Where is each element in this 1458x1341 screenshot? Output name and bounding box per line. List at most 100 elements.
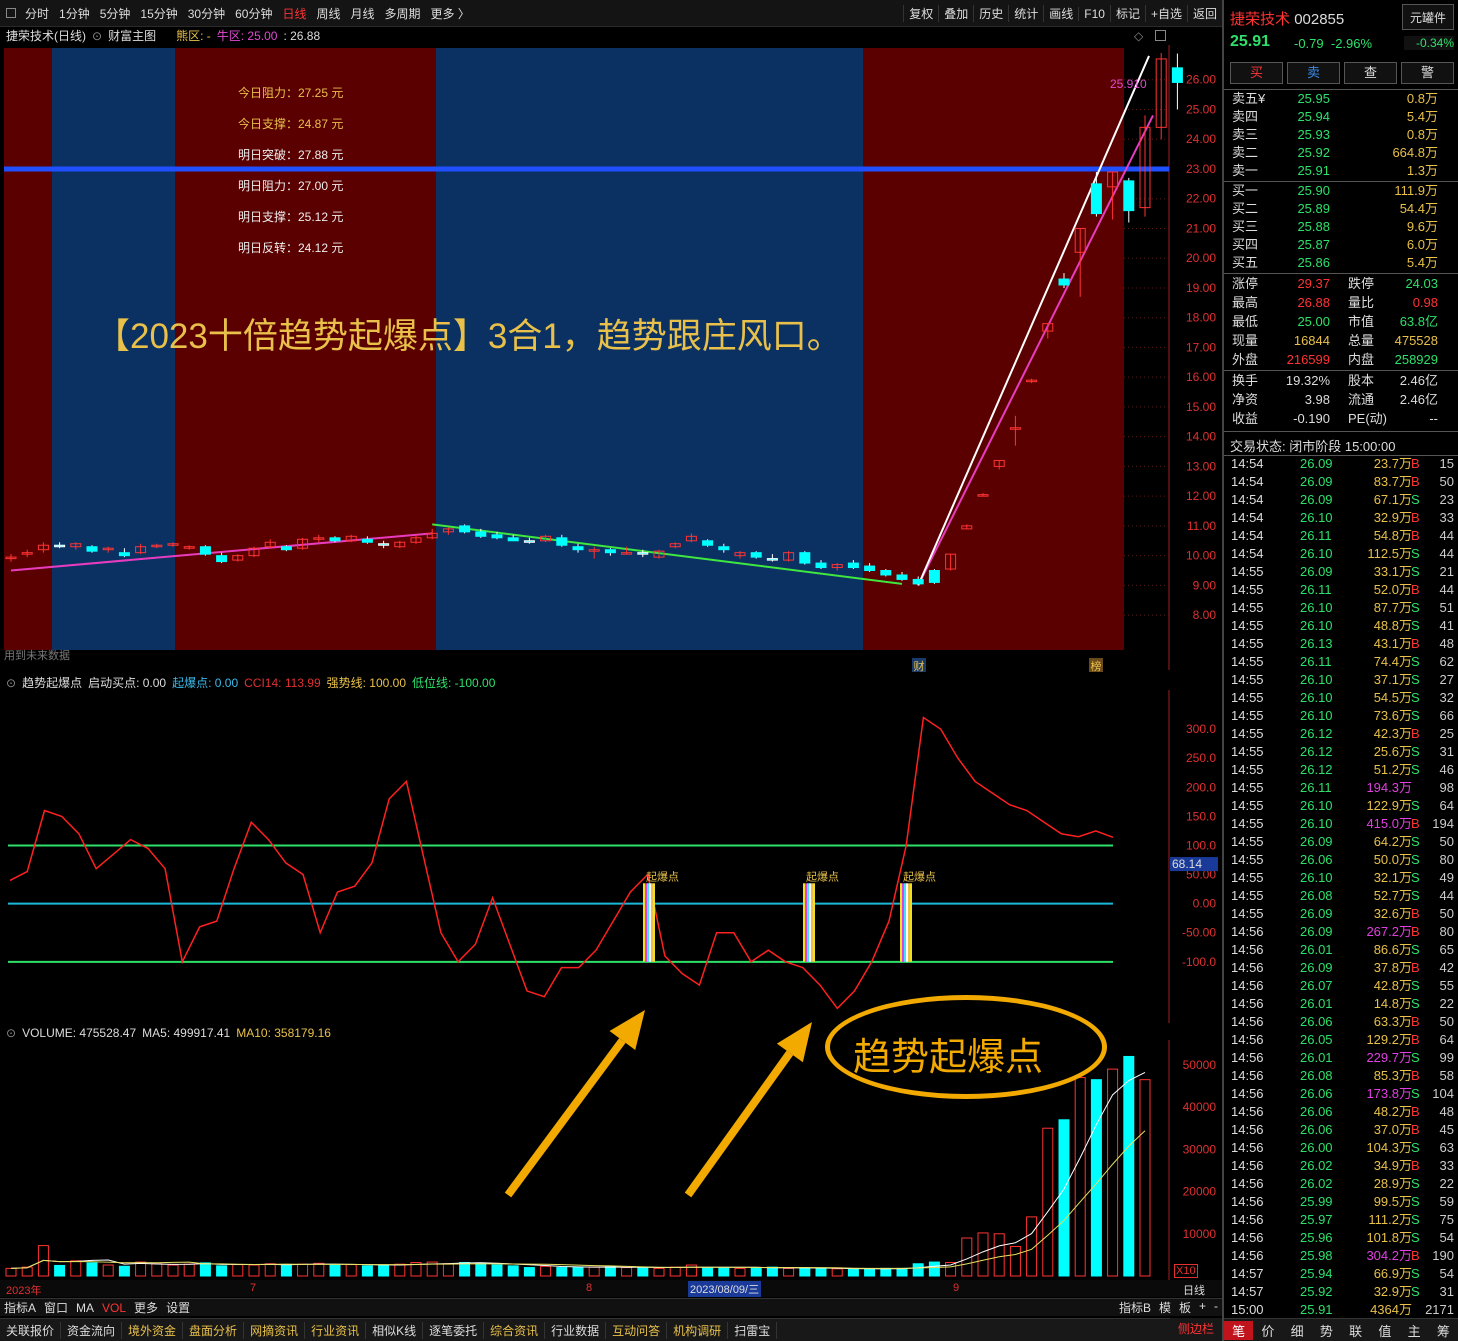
info-tab-5[interactable]: 行业资讯 — [305, 1321, 367, 1339]
candle-body[interactable] — [847, 562, 859, 569]
candle-body[interactable] — [637, 552, 649, 555]
period-2[interactable]: 5分钟 — [95, 5, 136, 22]
tab1-1[interactable]: 窗口 — [40, 1299, 72, 1316]
volume-bar[interactable] — [54, 1264, 66, 1277]
volume-bar[interactable] — [167, 1264, 179, 1277]
ask-row[interactable]: 卖五¥ 25.95 0.8万 — [1224, 90, 1458, 108]
side-tab-toggle[interactable]: 侧边栏 — [1170, 1318, 1222, 1341]
tab1-5[interactable]: 设置 — [162, 1299, 194, 1316]
toolbar-btn-1[interactable]: 叠加 — [938, 5, 973, 22]
volume-bar[interactable] — [783, 1267, 795, 1277]
qbd-bar[interactable] — [902, 883, 904, 962]
cci-line[interactable] — [9, 716, 1114, 1010]
side-tab-2[interactable]: 细 — [1283, 1321, 1312, 1340]
volume-bar[interactable] — [1123, 1055, 1135, 1277]
candle-body[interactable] — [523, 540, 535, 543]
tab1-right-0[interactable]: 指标B — [1115, 1299, 1155, 1316]
ask-row[interactable]: 卖一 25.91 1.3万 — [1224, 162, 1458, 180]
qbd-bar[interactable] — [643, 883, 645, 962]
volume-bar[interactable] — [329, 1264, 341, 1277]
tab1-4[interactable]: 更多 — [130, 1299, 162, 1316]
qbd-bar[interactable] — [908, 883, 910, 962]
volume-bar[interactable] — [5, 1267, 17, 1277]
tab1-right-4[interactable]: - — [1210, 1299, 1222, 1316]
volume-bar[interactable] — [297, 1263, 309, 1277]
info-tab-3[interactable]: 盘面分析 — [183, 1321, 245, 1339]
candle-body[interactable] — [329, 537, 341, 542]
tab1-3[interactable]: VOL — [98, 1301, 130, 1315]
volume-bar[interactable] — [523, 1267, 535, 1277]
candle-body[interactable] — [280, 546, 292, 551]
info-tab-6[interactable]: 相似K线 — [366, 1321, 424, 1339]
volume-bar[interactable] — [766, 1266, 778, 1277]
volume-bar[interactable] — [475, 1262, 487, 1277]
indicator-name[interactable]: 财富主图 — [108, 27, 156, 44]
bid-row[interactable]: 买三 25.88 9.6万 — [1224, 218, 1458, 236]
volume-bar[interactable] — [1107, 1068, 1119, 1277]
candle-body[interactable] — [475, 531, 487, 537]
period-8[interactable]: 月线 — [346, 5, 380, 22]
volume-bar[interactable] — [1090, 1079, 1102, 1277]
volume-bar[interactable] — [118, 1265, 130, 1277]
volume-bar[interactable] — [264, 1263, 276, 1277]
finance-marker[interactable]: 财 — [912, 658, 926, 673]
diamond-icon[interactable]: ◇ — [1134, 29, 1143, 43]
qbd-bar[interactable] — [809, 883, 811, 962]
ask-row[interactable]: 卖四 25.94 5.4万 — [1224, 108, 1458, 126]
candle-body[interactable] — [378, 543, 390, 546]
volume-bar[interactable] — [799, 1267, 811, 1277]
bid-row[interactable]: 买五 25.86 5.4万 — [1224, 254, 1458, 272]
volume-bar[interactable] — [199, 1262, 211, 1277]
toolbar-btn-2[interactable]: 历史 — [973, 5, 1008, 22]
volume-bar[interactable] — [1139, 1079, 1151, 1277]
trade-btn-3[interactable]: 警 — [1401, 62, 1454, 84]
collapse-icon[interactable]: ⊙ — [6, 676, 16, 690]
toolbar-btn-8[interactable]: 返回 — [1186, 5, 1222, 22]
toolbar-btn-0[interactable]: 复权 — [903, 5, 938, 22]
volume-bar[interactable] — [102, 1264, 114, 1277]
volume-bar[interactable] — [21, 1266, 33, 1277]
candle-body[interactable] — [572, 546, 584, 551]
volume-bar[interactable] — [378, 1264, 390, 1277]
volume-bar[interactable] — [896, 1267, 908, 1277]
candle-body[interactable] — [912, 578, 924, 585]
volume-bar[interactable] — [993, 1233, 1005, 1277]
volume-bar[interactable] — [734, 1267, 746, 1277]
period-5[interactable]: 60分钟 — [230, 5, 277, 22]
volume-bar[interactable] — [750, 1267, 762, 1277]
candle-body[interactable] — [199, 546, 211, 555]
volume-bar[interactable] — [977, 1232, 989, 1277]
tab1-0[interactable]: 指标A — [0, 1299, 40, 1316]
candle-body[interactable] — [718, 546, 730, 551]
period-10[interactable]: 更多 〉 — [426, 5, 475, 22]
candle-body[interactable] — [361, 538, 373, 543]
qbd-bar[interactable] — [805, 883, 807, 962]
qbd-bar[interactable] — [813, 883, 815, 962]
volume-bar[interactable] — [815, 1268, 827, 1277]
bid-row[interactable]: 买二 25.89 54.4万 — [1224, 200, 1458, 218]
volume-bar[interactable] — [702, 1267, 714, 1277]
volume-bar[interactable] — [621, 1267, 633, 1277]
volume-bar[interactable] — [847, 1268, 859, 1277]
period-4[interactable]: 30分钟 — [183, 5, 230, 22]
info-tab-12[interactable]: 扫雷宝 — [728, 1321, 778, 1339]
volume-bar[interactable] — [248, 1264, 260, 1277]
candle-body[interactable] — [604, 549, 616, 554]
period-7[interactable]: 周线 — [311, 5, 345, 22]
qbd-bar[interactable] — [811, 883, 813, 962]
qbd-bar[interactable] — [910, 883, 912, 962]
tab1-right-1[interactable]: 模 — [1155, 1299, 1175, 1316]
tab1-right-3[interactable]: + — [1195, 1299, 1210, 1316]
side-tab-3[interactable]: 势 — [1312, 1321, 1341, 1340]
info-tab-1[interactable]: 资金流向 — [61, 1321, 123, 1339]
candle-body[interactable] — [1123, 180, 1135, 212]
candle-body[interactable] — [799, 552, 811, 564]
candle-body[interactable] — [766, 558, 778, 561]
qbd-bar[interactable] — [653, 883, 655, 962]
volume-bar[interactable] — [442, 1263, 454, 1277]
side-tab-6[interactable]: 主 — [1400, 1321, 1429, 1340]
volume-bar[interactable] — [1074, 1077, 1086, 1277]
side-tab-5[interactable]: 值 — [1370, 1321, 1399, 1340]
tab1-2[interactable]: MA — [72, 1301, 98, 1315]
qbd-bar[interactable] — [900, 883, 902, 962]
